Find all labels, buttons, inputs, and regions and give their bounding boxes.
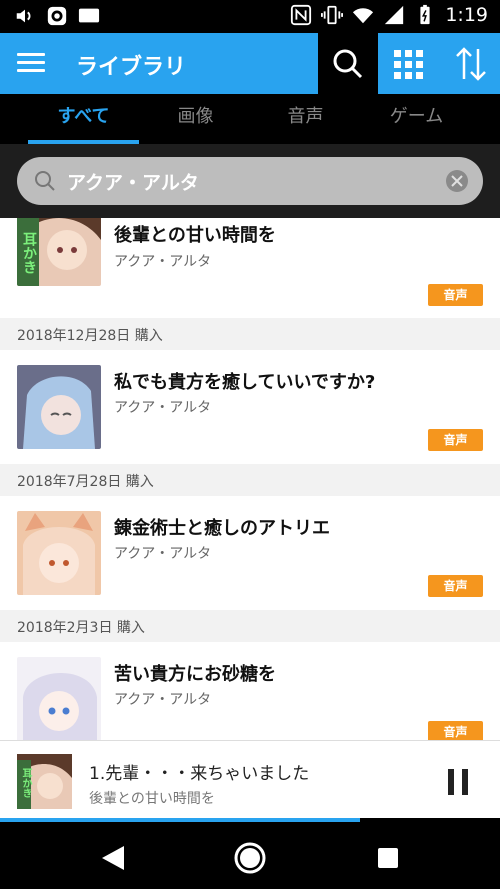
item-title: 後輩との甘い時間を (114, 225, 276, 246)
item-title: 私でも貴方を癒していいですか? (114, 372, 376, 393)
app-bar: ライブラリ (0, 33, 500, 94)
sort-button[interactable] (446, 33, 496, 94)
grid-view-button[interactable] (384, 33, 434, 94)
type-badge: 音声 (428, 429, 483, 451)
item-author: アクア・アルタ (114, 400, 212, 416)
clear-icon[interactable] (445, 169, 469, 193)
item-title: 苦い貴方にお砂糖を (114, 664, 276, 685)
recents-icon[interactable] (370, 840, 406, 876)
purchase-date-header: 2018年12月28日 購入 (0, 318, 500, 350)
player-cover-label: 耳かき (20, 768, 31, 798)
back-icon[interactable] (96, 840, 132, 876)
volume-icon (16, 9, 31, 23)
tab-bar: すべて 画像 音声 ゲーム (0, 94, 500, 144)
wifi-icon (353, 8, 374, 24)
cover-image: 耳かき (17, 218, 101, 286)
player-cover: 耳かき (17, 754, 72, 809)
list-item[interactable]: 苦い貴方にお砂糖を アクア・アルタ 音声 (0, 642, 500, 740)
battery-icon (420, 4, 430, 25)
search-input[interactable]: アクア・アルタ (17, 157, 483, 205)
item-title: 錬金術士と癒しのアトリエ (114, 518, 330, 539)
item-author: アクア・アルタ (114, 254, 212, 270)
type-badge: 音声 (428, 284, 483, 306)
tab-images[interactable]: 画像 (133, 94, 258, 144)
notification-icon (47, 6, 67, 26)
purchase-date-header: 2018年7月28日 購入 (0, 464, 500, 496)
clock: 1:19 (445, 4, 488, 26)
purchase-date-header: 2018年2月3日 購入 (0, 610, 500, 642)
library-list: 耳かき 後輩との甘い時間を アクア・アルタ 音声 2018年12月28日 購入 … (0, 218, 500, 740)
signal-icon (385, 5, 404, 25)
type-badge: 音声 (428, 721, 483, 740)
search-query: アクア・アルタ (67, 172, 199, 194)
tab-games[interactable]: ゲーム (354, 94, 479, 144)
message-icon (78, 8, 100, 23)
cover-image (17, 511, 101, 595)
vibrate-icon (321, 5, 344, 25)
purchase-date: 2018年2月3日 購入 (17, 620, 145, 636)
search-button[interactable] (318, 33, 378, 94)
search-icon (35, 171, 55, 191)
list-item[interactable]: 錬金術士と癒しのアトリエ アクア・アルタ 音声 (0, 496, 500, 597)
search-icon (333, 49, 363, 79)
nfc-icon (291, 4, 312, 26)
mini-player[interactable]: 耳かき 1.先輩・・・来ちゃいました 後輩との甘い時間を (0, 740, 500, 822)
cover-label: 耳かき (21, 232, 37, 274)
status-bar: 1:19 (0, 0, 500, 33)
sort-icon (456, 47, 486, 81)
menu-icon[interactable] (14, 48, 48, 80)
item-author: アクア・アルタ (114, 692, 212, 708)
tab-all[interactable]: すべて (21, 94, 146, 144)
home-icon[interactable] (232, 840, 268, 876)
purchase-date: 2018年7月28日 購入 (17, 474, 154, 490)
search-area: アクア・アルタ (0, 144, 500, 218)
cover-image (17, 365, 101, 449)
system-nav-bar (0, 822, 500, 889)
list-item[interactable]: 耳かき 後輩との甘い時間を アクア・アルタ 音声 (0, 218, 500, 306)
tab-audio[interactable]: 音声 (243, 94, 368, 144)
list-item[interactable]: 私でも貴方を癒していいですか? アクア・アルタ 音声 (0, 350, 500, 451)
purchase-date: 2018年12月28日 購入 (17, 328, 163, 344)
page-title: ライブラリ (76, 55, 187, 80)
cover-image (17, 657, 101, 740)
grid-icon (394, 50, 423, 79)
pause-icon[interactable] (440, 763, 476, 799)
track-title: 1.先輩・・・来ちゃいました (89, 764, 310, 784)
type-badge: 音声 (428, 575, 483, 597)
album-title: 後輩との甘い時間を (89, 791, 215, 807)
item-author: アクア・アルタ (114, 546, 212, 562)
